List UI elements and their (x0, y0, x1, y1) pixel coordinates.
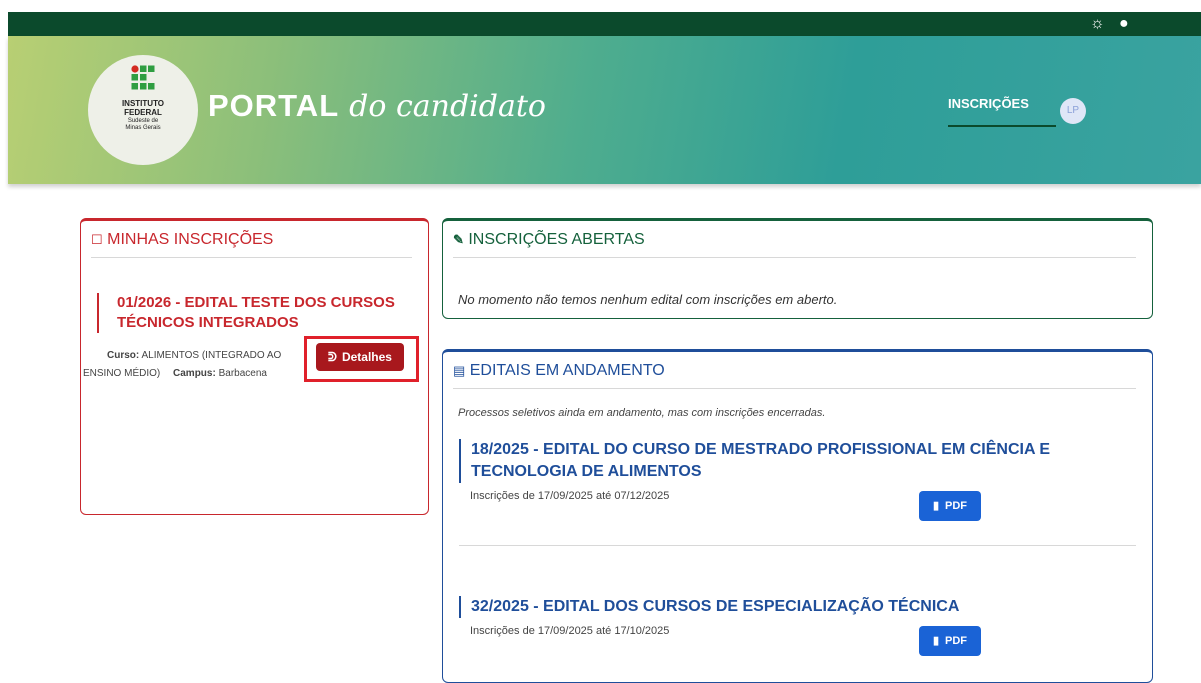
pdf-button-2[interactable]: ▮ PDF (919, 626, 981, 656)
document-icon: ▤ (453, 363, 466, 378)
campus-label: Campus: (173, 368, 216, 379)
inscricoes-abertas-title: ✎ INSCRIÇÕES ABERTAS (453, 231, 1136, 258)
minhas-inscricoes-title-text: MINHAS INSCRIÇÕES (107, 231, 274, 248)
institution-logo[interactable]: INSTITUTO FEDERAL Sudeste de Minas Gerai… (88, 55, 198, 165)
minhas-inscricoes-card: ☐ MINHAS INSCRIÇÕES 01/2026 - EDITAL TES… (80, 218, 429, 515)
minhas-inscricoes-title: ☐ MINHAS INSCRIÇÕES (91, 231, 412, 258)
curso-label: Curso: (107, 350, 140, 361)
bookmark-icon: ☐ (91, 232, 103, 247)
logo-line-2: FEDERAL (124, 108, 162, 117)
feed-icon: ᕲ (328, 350, 337, 364)
nav-inscricoes[interactable]: INSCRIÇÕES (948, 96, 1056, 127)
logo-line-1: INSTITUTO (121, 99, 165, 108)
edital-dates-1: Inscrições de 17/09/2025 até 07/12/2025 (470, 490, 670, 502)
detalhes-label: Detalhes (341, 350, 392, 364)
edital-title-2[interactable]: 32/2025 - EDITAL DOS CURSOS DE ESPECIALI… (459, 596, 1141, 618)
user-avatar[interactable]: LP (1060, 98, 1086, 124)
campus-value: Barbacena (218, 368, 267, 379)
inscricoes-abertas-message: No momento não temos nenhum edital com i… (458, 292, 838, 307)
file-icon: ▮ (932, 500, 940, 512)
edital-title-1[interactable]: 18/2025 - EDITAL DO CURSO DE MESTRADO PR… (459, 439, 1141, 483)
edit-icon: ✎ (453, 232, 464, 247)
editais-andamento-subtitle: Processos seletivos ainda em andamento, … (458, 407, 826, 419)
pdf-button-1[interactable]: ▮ PDF (919, 491, 981, 521)
portal-title: PORTAL do candidato (208, 88, 546, 124)
top-bar: ☼ ● (8, 12, 1201, 36)
minhas-curso-info: Curso: ALIMENTOS (INTEGRADO AO ENSINO MÉ… (83, 347, 293, 383)
editais-andamento-title-text: EDITAIS EM ANDAMENTO (469, 362, 665, 379)
logo-line-4: Minas Gerais (125, 125, 161, 131)
minhas-edital-title[interactable]: 01/2026 - EDITAL TESTE DOS CURSOS TÉCNIC… (97, 293, 407, 333)
sun-icon[interactable]: ☼ (1090, 15, 1105, 33)
header-banner: INSTITUTO FEDERAL Sudeste de Minas Gerai… (8, 36, 1201, 184)
portal-title-bold: PORTAL (208, 88, 340, 123)
cookie-icon[interactable]: ● (1119, 15, 1129, 33)
inscricoes-abertas-card: ✎ INSCRIÇÕES ABERTAS No momento não temo… (442, 218, 1153, 319)
portal-title-script: do candidato (349, 89, 546, 124)
pdf-label-1: PDF (945, 500, 968, 512)
pdf-label-2: PDF (945, 635, 968, 647)
editais-andamento-title: ▤ EDITAIS EM ANDAMENTO (453, 362, 1136, 389)
file-icon: ▮ (932, 635, 940, 647)
edital-dates-2: Inscrições de 17/09/2025 até 17/10/2025 (470, 625, 670, 637)
if-logo-icon (131, 65, 155, 90)
inscricoes-abertas-title-text: INSCRIÇÕES ABERTAS (468, 231, 645, 248)
editais-andamento-card: ▤ EDITAIS EM ANDAMENTO Processos seletiv… (442, 349, 1153, 683)
detalhes-button[interactable]: ᕲ Detalhes (316, 343, 404, 371)
edital-divider (459, 545, 1136, 546)
logo-line-3: Sudeste de (127, 118, 159, 124)
